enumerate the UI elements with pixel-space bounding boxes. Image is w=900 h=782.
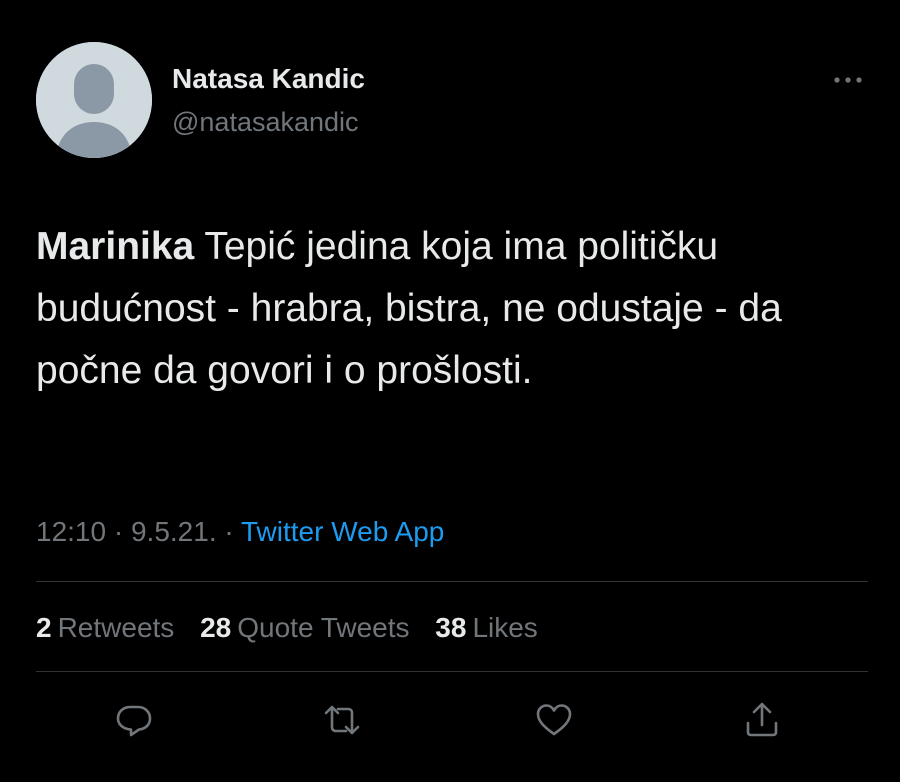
quote-tweets-stat[interactable]: 28 Quote Tweets — [200, 612, 409, 643]
likes-label: Likes — [472, 612, 538, 643]
tweet-stats: 2 Retweets 28 Quote Tweets 38 Likes — [36, 610, 556, 646]
tweet-source-link[interactable]: Twitter Web App — [241, 516, 444, 547]
heart-icon — [536, 704, 572, 736]
quote-tweets-count: 28 — [200, 612, 232, 643]
display-name[interactable]: Natasa Kandic — [172, 62, 365, 96]
tweet-actions — [0, 690, 900, 750]
share-icon — [746, 702, 778, 737]
tweet-date[interactable]: 9.5.21. — [131, 516, 217, 547]
default-avatar-icon — [36, 42, 152, 158]
avatar[interactable] — [36, 42, 152, 158]
share-button[interactable] — [740, 698, 784, 742]
retweets-count: 2 — [36, 612, 52, 643]
tweet: Natasa Kandic @natasakandic Marinika Tep… — [0, 0, 900, 782]
likes-count: 38 — [435, 612, 467, 643]
likes-stat[interactable]: 38 Likes — [435, 612, 538, 643]
retweet-button[interactable] — [320, 698, 364, 742]
meta-separator: · — [106, 516, 131, 547]
retweets-label: Retweets — [57, 612, 175, 643]
divider — [36, 671, 868, 672]
more-icon — [834, 77, 862, 83]
tweet-text: Marinika Tepić jedina koja ima političku… — [36, 216, 876, 402]
tweet-time[interactable]: 12:10 — [36, 516, 106, 547]
retweets-stat[interactable]: 2 Retweets — [36, 612, 174, 643]
tweet-text-bold-word: Marinika — [36, 225, 195, 268]
like-button[interactable] — [532, 698, 576, 742]
reply-button[interactable] — [112, 698, 156, 742]
reply-icon — [116, 705, 152, 737]
retweet-icon — [324, 705, 360, 735]
user-handle[interactable]: @natasakandic — [172, 106, 359, 138]
quote-tweets-label: Quote Tweets — [237, 612, 410, 643]
more-options-button[interactable] — [826, 68, 870, 92]
tweet-meta: 12:10 · 9.5.21. · Twitter Web App — [36, 514, 444, 550]
divider — [36, 581, 868, 582]
meta-separator: · — [216, 516, 241, 547]
